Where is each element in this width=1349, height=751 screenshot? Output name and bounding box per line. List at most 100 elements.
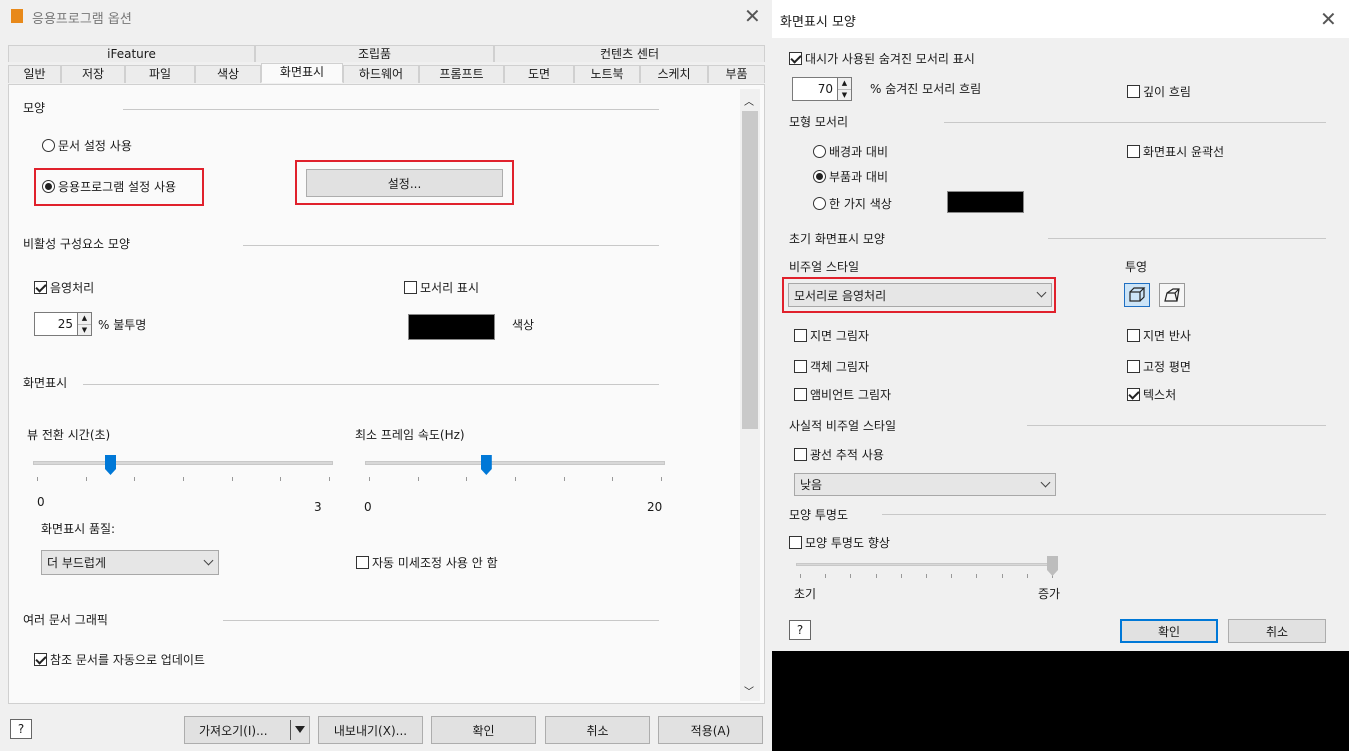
import-button[interactable]: 가져오기(I)...: [184, 716, 310, 744]
transparency-slider-track[interactable]: [796, 563, 1058, 566]
import-label: 가져오기(I)...: [199, 723, 268, 738]
tab-drawing[interactable]: 도면: [504, 65, 574, 83]
up-arrow-icon[interactable]: ▲: [78, 313, 91, 325]
ambient-shadow-checkbox[interactable]: 앰비언트 그림자: [794, 386, 891, 403]
min-frame-rate-slider-track[interactable]: [365, 461, 665, 465]
opacity-stepper[interactable]: 25 ▲ ▼: [34, 312, 92, 336]
help-button[interactable]: ?: [789, 620, 811, 640]
display-quality-value: 더 부드럽게: [47, 556, 107, 570]
scroll-up-icon[interactable]: ︿: [744, 93, 754, 108]
tab-prompts[interactable]: 프롬프트: [419, 65, 504, 83]
radio-dot: [813, 145, 826, 158]
edge-color-swatch[interactable]: [947, 191, 1024, 213]
perspective-projection-button[interactable]: [1159, 283, 1185, 307]
color-label: 색상: [512, 318, 535, 332]
dashed-hidden-edges-checkbox[interactable]: 대시가 사용된 숨겨진 모서리 표시: [789, 50, 975, 67]
ray-tracing-checkbox[interactable]: 광선 추적 사용: [794, 446, 884, 463]
slider-tick: [183, 477, 184, 481]
up-arrow-icon[interactable]: ▲: [838, 78, 851, 90]
ground-shadow-checkbox[interactable]: 지면 그림자: [794, 327, 869, 344]
tab-group-content-center[interactable]: 컨텐츠 센터: [494, 45, 765, 62]
close-icon[interactable]: ✕: [744, 6, 761, 26]
import-dropdown-arrow-icon[interactable]: [295, 726, 305, 733]
stepper-arrows[interactable]: ▲ ▼: [837, 78, 851, 100]
radio-background-contrast[interactable]: 배경과 대비: [813, 143, 888, 160]
radio-dot: [813, 170, 826, 183]
radio-use-application-settings[interactable]: 응용프로그램 설정 사용: [42, 178, 176, 195]
display-quality-select[interactable]: 더 부드럽게: [41, 550, 219, 575]
slider-tick: [612, 477, 614, 481]
projection-label: 투영: [1125, 260, 1148, 274]
slider-tick: [37, 477, 38, 481]
display-appearance-dialog: 화면표시 모양 ✕ 대시가 사용된 숨겨진 모서리 표시 70 ▲ ▼ % 숨겨진…: [772, 0, 1349, 651]
model-edges-divider: [944, 122, 1326, 123]
radio-use-document-settings[interactable]: 문서 설정 사용: [42, 137, 132, 154]
scroll-down-icon[interactable]: ﹀: [744, 683, 754, 698]
tab-file[interactable]: 파일: [125, 65, 195, 83]
ground-reflection-checkbox[interactable]: 지면 반사: [1127, 327, 1191, 344]
depth-dimming-checkbox[interactable]: 깊이 흐림: [1127, 83, 1191, 100]
chevron-down-icon: [1040, 477, 1051, 487]
view-transition-slider-track[interactable]: [33, 461, 333, 465]
slider-tick: [329, 477, 330, 481]
hidden-edge-dim-stepper[interactable]: 70 ▲ ▼: [792, 77, 852, 101]
auto-update-references-checkbox[interactable]: 참조 문서를 자동으로 업데이트: [34, 651, 205, 668]
close-icon[interactable]: ✕: [1320, 9, 1337, 29]
shading-checkbox[interactable]: 음영처리: [34, 279, 94, 296]
radio-single-color[interactable]: 한 가지 색상: [813, 195, 892, 212]
down-arrow-icon[interactable]: ▼: [838, 89, 851, 100]
tab-colors[interactable]: 색상: [195, 65, 261, 83]
checkbox-box: [404, 281, 417, 294]
orthographic-projection-button[interactable]: [1124, 283, 1150, 307]
radio-dot: [42, 180, 55, 193]
stepper-arrows[interactable]: ▲ ▼: [77, 313, 91, 335]
slider-tick: [951, 574, 953, 578]
object-shadow-checkbox[interactable]: 객체 그림자: [794, 358, 869, 375]
export-button[interactable]: 내보내기(X)...: [318, 716, 423, 744]
min-frame-rate-max: 20: [647, 500, 663, 514]
display-silhouette-checkbox[interactable]: 화면표시 윤곽선: [1127, 143, 1224, 160]
tab-part[interactable]: 부품: [708, 65, 765, 83]
tab-display[interactable]: 화면표시: [261, 63, 343, 83]
tab-notebook[interactable]: 노트북: [574, 65, 640, 83]
texture-checkbox[interactable]: 텍스처: [1127, 386, 1176, 403]
ok-button[interactable]: 확인: [1120, 619, 1218, 643]
visual-style-select[interactable]: 모서리로 음영처리: [788, 283, 1052, 307]
transparency-min-label: 초기: [794, 587, 817, 601]
show-edges-checkbox[interactable]: 모서리 표시: [404, 279, 479, 296]
checkbox-box: [1127, 145, 1140, 158]
checkbox-box: [34, 653, 47, 666]
vertical-scrollbar[interactable]: ︿ ﹀: [740, 89, 760, 701]
chevron-down-icon: [1036, 287, 1047, 298]
disable-auto-tune-checkbox[interactable]: 자동 미세조정 사용 안 함: [356, 554, 498, 571]
enhance-transparency-checkbox[interactable]: 모양 투명도 향상: [789, 534, 890, 551]
cancel-button[interactable]: 취소: [1228, 619, 1326, 643]
view-transition-slider-thumb[interactable]: [105, 455, 116, 475]
checkbox-box: [1127, 360, 1140, 373]
ground-plane-checkbox[interactable]: 고정 평면: [1127, 358, 1191, 375]
tab-group-assembly[interactable]: 조립품: [255, 45, 494, 62]
min-frame-rate-slider-thumb[interactable]: [480, 455, 492, 475]
checkbox-box: [794, 448, 807, 461]
cancel-button[interactable]: 취소: [545, 716, 650, 744]
slider-tick: [976, 574, 978, 578]
opacity-label: % 불투명: [98, 318, 147, 332]
inactive-color-swatch[interactable]: [408, 314, 495, 340]
radio-part-contrast[interactable]: 부품과 대비: [813, 168, 888, 185]
tab-group-ifeature[interactable]: iFeature: [8, 45, 255, 62]
apply-button[interactable]: 적용(A): [658, 716, 763, 744]
multi-doc-divider: [223, 620, 659, 621]
ok-button[interactable]: 확인: [431, 716, 536, 744]
help-button[interactable]: ?: [10, 719, 32, 739]
settings-button[interactable]: 설정...: [306, 169, 503, 197]
down-arrow-icon[interactable]: ▼: [78, 324, 91, 335]
opacity-value: 25: [57, 317, 73, 331]
ray-tracing-quality-select[interactable]: 낮음: [794, 473, 1056, 496]
view-transition-min: 0: [37, 495, 45, 509]
tab-hardware[interactable]: 하드웨어: [343, 65, 419, 83]
tab-sketch[interactable]: 스케치: [640, 65, 708, 83]
scroll-thumb[interactable]: [742, 111, 758, 429]
tab-general[interactable]: 일반: [8, 65, 61, 83]
tab-save[interactable]: 저장: [61, 65, 125, 83]
view-transition-label: 뷰 전환 시간(초): [27, 428, 111, 442]
